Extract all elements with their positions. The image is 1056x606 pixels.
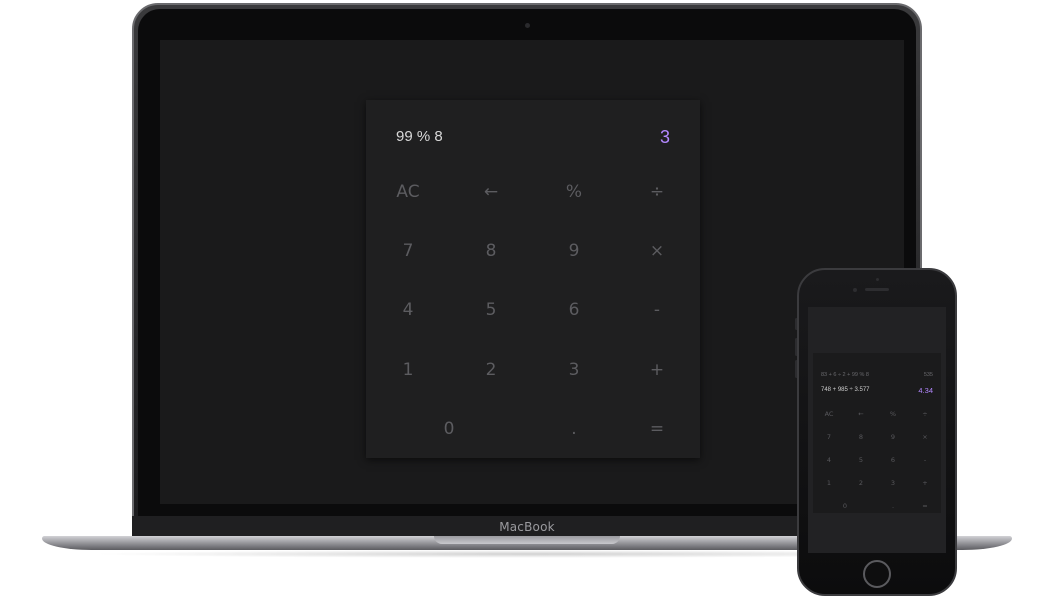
laptop-opening-notch xyxy=(434,536,620,544)
key-divide[interactable]: ÷ xyxy=(615,164,699,220)
phone-key-4[interactable]: 4 xyxy=(813,449,845,472)
key-8[interactable]: 8 xyxy=(449,223,533,279)
phone-key-2[interactable]: 2 xyxy=(845,472,877,495)
phone-key-clear[interactable]: AC xyxy=(813,403,845,426)
key-2[interactable]: 2 xyxy=(449,342,533,398)
key-9[interactable]: 9 xyxy=(532,223,616,279)
key-1[interactable]: 1 xyxy=(366,342,450,398)
key-5[interactable]: 5 xyxy=(449,282,533,338)
phone-key-0[interactable]: 0 xyxy=(829,495,861,518)
key-clear[interactable]: AC xyxy=(366,164,450,220)
key-4[interactable]: 4 xyxy=(366,282,450,338)
history-expression: 83 + 6 ÷ 2 + 99 % 8 xyxy=(821,372,869,378)
phone-key-backspace[interactable]: ← xyxy=(845,403,877,426)
key-modulo[interactable]: % xyxy=(532,164,616,220)
phone-key-divide[interactable]: ÷ xyxy=(909,403,941,426)
phone-home-button[interactable] xyxy=(863,560,891,588)
key-backspace[interactable]: ← xyxy=(449,164,533,220)
phone-key-modulo[interactable]: % xyxy=(877,403,909,426)
key-equals[interactable]: = xyxy=(615,401,699,457)
key-decimal[interactable]: . xyxy=(532,401,616,457)
phone-body: 83 + 6 ÷ 2 + 99 % 8 535 748 + 985 ÷ 3.57… xyxy=(797,268,957,596)
phone-expression-display: 748 + 985 ÷ 3.577 xyxy=(821,387,870,393)
phone-speaker xyxy=(865,288,889,291)
phone-result-display: 4.34 xyxy=(918,386,933,395)
phone-camera-icon xyxy=(853,288,857,292)
phone-calculator-panel: 83 + 6 ÷ 2 + 99 % 8 535 748 + 985 ÷ 3.57… xyxy=(813,353,941,513)
expression-display: 99 % 8 xyxy=(396,128,443,145)
key-subtract[interactable]: - xyxy=(615,282,699,338)
key-add[interactable]: + xyxy=(615,342,699,398)
phone-key-1[interactable]: 1 xyxy=(813,472,845,495)
laptop-screen: 99 % 8 3 AC ← % ÷ 7 8 9 × 4 5 6 - 1 2 3 … xyxy=(160,40,904,504)
phone-key-subtract[interactable]: - xyxy=(909,449,941,472)
phone-key-equals[interactable]: = xyxy=(909,495,941,518)
history-result: 535 xyxy=(923,372,933,378)
phone-key-9[interactable]: 9 xyxy=(877,426,909,449)
key-multiply[interactable]: × xyxy=(615,223,699,279)
phone-screen: 83 + 6 ÷ 2 + 99 % 8 535 748 + 985 ÷ 3.57… xyxy=(808,307,946,553)
key-6[interactable]: 6 xyxy=(532,282,616,338)
key-7[interactable]: 7 xyxy=(366,223,450,279)
phone-key-7[interactable]: 7 xyxy=(813,426,845,449)
key-3[interactable]: 3 xyxy=(532,342,616,398)
camera-icon xyxy=(525,23,530,28)
phone-key-5[interactable]: 5 xyxy=(845,449,877,472)
phone-key-add[interactable]: + xyxy=(909,472,941,495)
result-display: 3 xyxy=(659,127,670,147)
phone-key-decimal[interactable]: . xyxy=(877,495,909,518)
phone-key-6[interactable]: 6 xyxy=(877,449,909,472)
calculator-panel: 99 % 8 3 AC ← % ÷ 7 8 9 × 4 5 6 - 1 2 3 … xyxy=(366,100,700,458)
phone-key-multiply[interactable]: × xyxy=(909,426,941,449)
phone-key-3[interactable]: 3 xyxy=(877,472,909,495)
key-0[interactable]: 0 xyxy=(407,401,491,457)
phone-key-8[interactable]: 8 xyxy=(845,426,877,449)
phone-sensor xyxy=(876,278,879,281)
